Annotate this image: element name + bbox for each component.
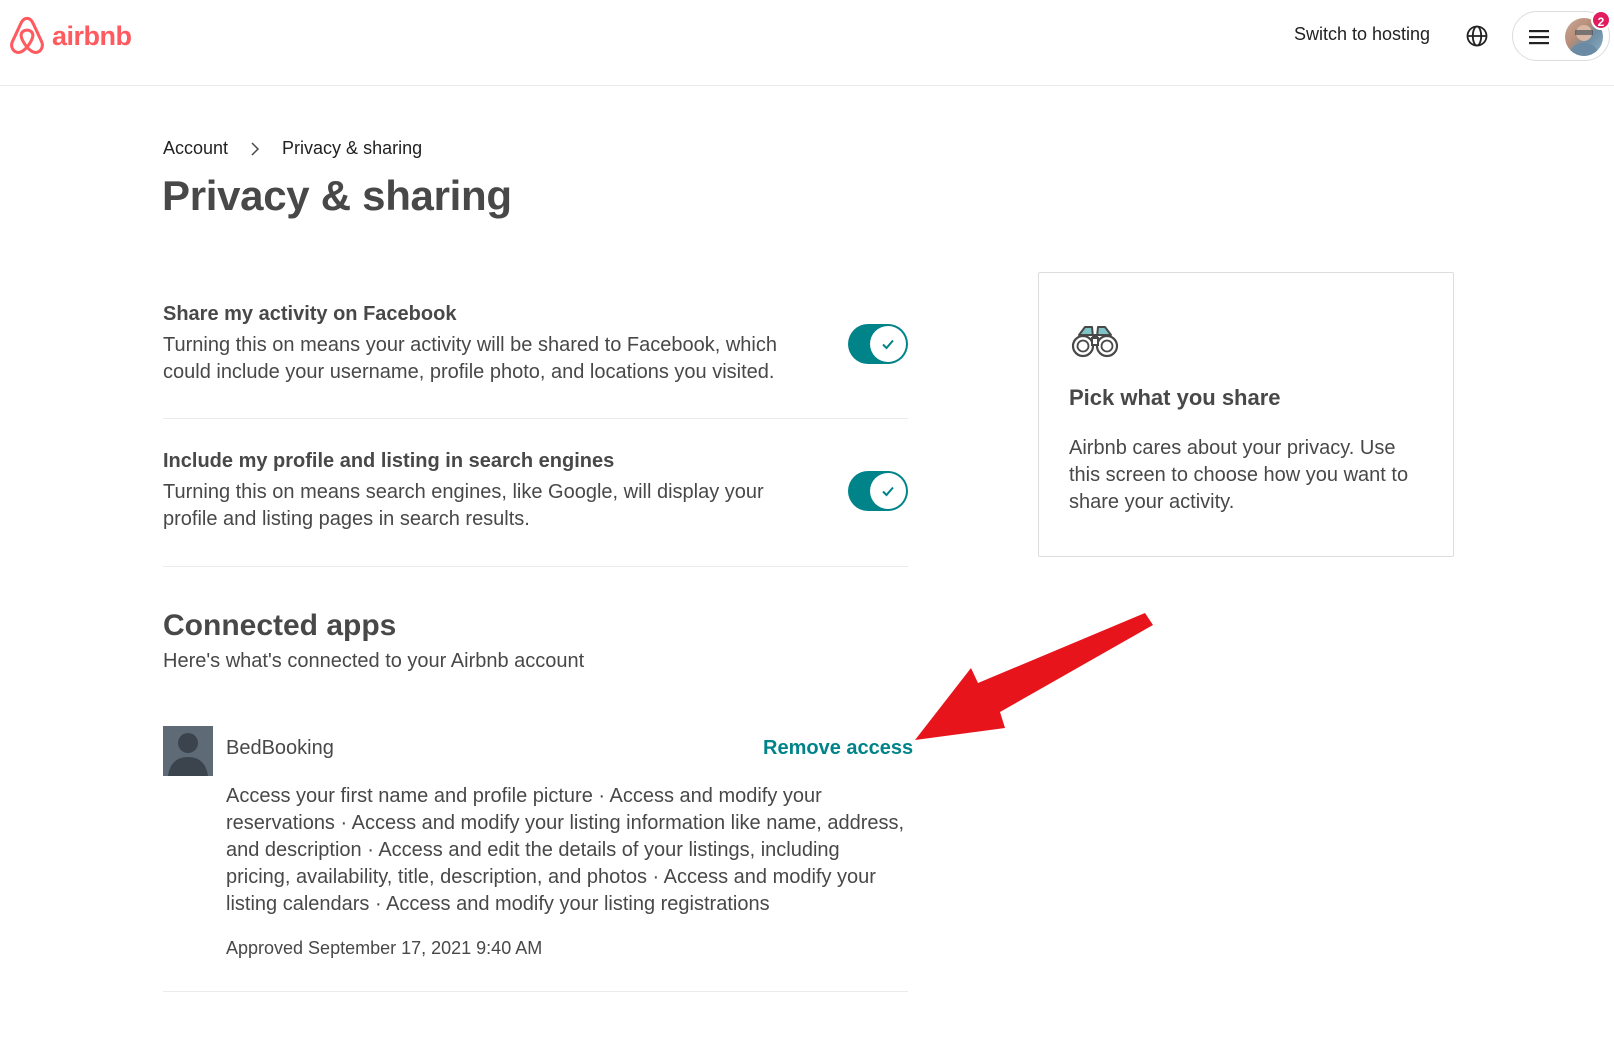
card-title: Pick what you share — [1069, 385, 1281, 410]
airbnb-logo-icon — [10, 16, 44, 55]
app-approved-date: Approved September 17, 2021 9:40 AM — [226, 938, 543, 958]
logo-text: airbnb — [52, 20, 132, 51]
setting-title: Include my profile and listing in search… — [163, 450, 615, 472]
privacy-info-card: Pick what you share Airbnb cares about y… — [1038, 272, 1454, 557]
connected-apps-title: Connected apps — [163, 609, 397, 642]
page-title: Privacy & sharing — [162, 172, 512, 219]
divider — [163, 566, 908, 567]
app-thumbnail — [163, 726, 213, 776]
remove-access-button[interactable]: Remove access — [763, 737, 913, 760]
setting-search-engines: Include my profile and listing in search… — [163, 450, 908, 540]
card-description: Airbnb cares about your privacy. Use thi… — [1069, 437, 1409, 513]
hamburger-menu-icon — [1529, 30, 1549, 45]
top-header: airbnb Switch to hosting 2 — [0, 0, 1614, 86]
search-engines-toggle[interactable] — [848, 471, 908, 511]
app-permissions: Access your first name and profile pictu… — [226, 785, 905, 915]
breadcrumb-account[interactable]: Account — [163, 138, 228, 159]
default-user-icon — [168, 733, 208, 776]
switch-to-hosting-link[interactable]: Switch to hosting — [1294, 24, 1430, 45]
globe-icon[interactable] — [1465, 24, 1489, 48]
toggle-knob — [870, 326, 906, 362]
setting-title: Share my activity on Facebook — [163, 303, 457, 325]
app-name: BedBooking — [226, 737, 334, 759]
divider — [163, 418, 908, 419]
divider — [163, 991, 908, 992]
annotation-arrow-icon — [915, 613, 1153, 740]
check-icon — [882, 339, 894, 350]
setting-description: Turning this on means your activity will… — [163, 334, 777, 383]
connected-apps-subtitle: Here's what's connected to your Airbnb a… — [163, 650, 585, 672]
check-icon — [882, 486, 894, 497]
chevron-right-icon — [251, 141, 260, 156]
toggle-knob — [870, 473, 906, 509]
binoculars-icon — [1071, 326, 1119, 358]
notification-badge: 2 — [1591, 10, 1611, 30]
breadcrumb-current: Privacy & sharing — [282, 138, 423, 158]
setting-share-facebook: Share my activity on Facebook Turning th… — [163, 303, 908, 393]
breadcrumb: Account Privacy & sharing — [163, 138, 422, 159]
user-menu-button[interactable]: 2 — [1512, 10, 1611, 61]
setting-description: Turning this on means search engines, li… — [163, 481, 764, 530]
facebook-sharing-toggle[interactable] — [848, 324, 908, 364]
airbnb-logo[interactable]: airbnb — [8, 16, 132, 56]
